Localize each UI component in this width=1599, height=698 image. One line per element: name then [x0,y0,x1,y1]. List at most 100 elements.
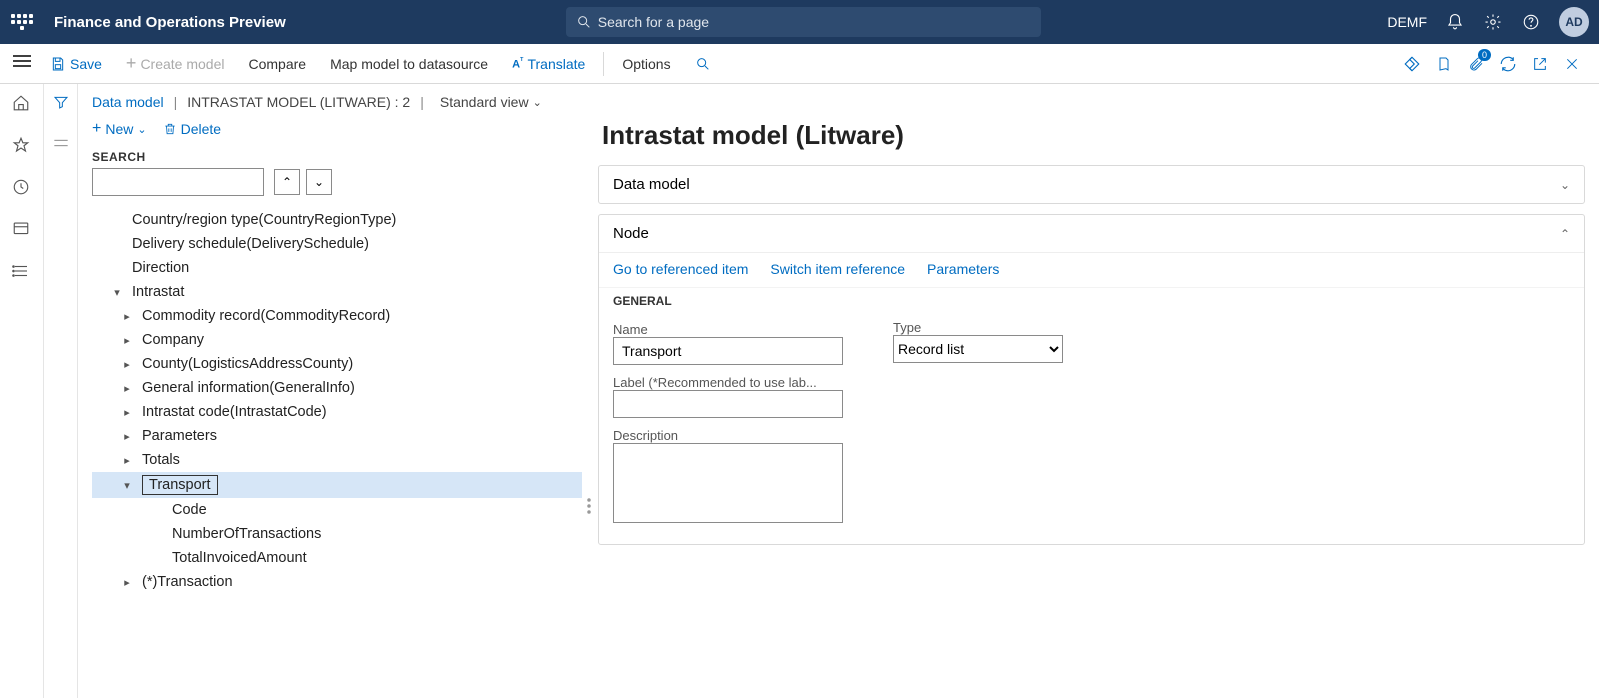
map-model-label: Map model to datasource [330,56,488,72]
create-model-label: Create model [140,56,224,72]
tree-search-input[interactable] [92,168,264,196]
tree-node[interactable]: Delivery schedule(DeliverySchedule) [92,232,582,256]
tree-node[interactable]: ▸Totals [92,448,582,472]
save-button[interactable]: Save [40,44,112,83]
user-avatar[interactable]: AD [1559,7,1589,37]
caret-right-icon[interactable]: ▸ [120,406,134,419]
save-label: Save [70,56,102,72]
popout-icon[interactable] [1529,53,1551,75]
model-tree[interactable]: Country/region type(CountryRegionType) De… [92,208,582,638]
caret-right-icon[interactable]: ▸ [120,430,134,443]
node-header[interactable]: Node ⌃ [599,215,1584,252]
delete-label: Delete [181,121,221,137]
nav-expand-icon[interactable] [8,54,36,73]
legal-entity[interactable]: DEMF [1387,14,1427,30]
search-next-button[interactable]: ⌄ [306,169,332,195]
data-model-header[interactable]: Data model ⌄ [599,166,1584,203]
caret-down-icon[interactable]: ▾ [110,286,124,299]
tree-node[interactable]: ▾ Intrastat [92,280,582,304]
caret-down-icon[interactable]: ▾ [120,479,134,492]
app-launcher-icon[interactable] [10,10,34,34]
label-input[interactable] [613,390,843,418]
diamond-icon[interactable] [1401,53,1423,75]
name-field-label: Name [613,322,843,337]
action-search-icon[interactable] [685,44,721,83]
office-icon[interactable] [1433,53,1455,75]
related-icon[interactable] [53,135,69,153]
action-bar: Save + Create model Compare Map model to… [0,44,1599,84]
workspace-icon[interactable] [12,220,32,240]
tree-node[interactable]: Country/region type(CountryRegionType) [92,208,582,232]
map-model-button[interactable]: Map model to datasource [320,44,498,83]
tree-node[interactable]: NumberOfTransactions [92,522,582,546]
create-model-button[interactable]: + Create model [116,44,235,83]
filter-icon[interactable] [53,94,69,115]
tree-node-label: General information(GeneralInfo) [140,379,357,397]
caret-right-icon[interactable]: ▸ [120,382,134,395]
help-icon[interactable] [1521,12,1541,32]
refresh-icon[interactable] [1497,53,1519,75]
close-icon[interactable] [1561,53,1583,75]
page-title: Intrastat model (Litware) [598,114,1585,165]
tree-node[interactable]: ▸ County(LogisticsAddressCounty) [92,352,582,376]
options-button[interactable]: Options [612,44,680,83]
caret-right-icon[interactable]: ▸ [120,576,134,589]
body: Data model | INTRASTAT MODEL (LITWARE) :… [0,84,1599,698]
node-links: Go to referenced item Switch item refere… [599,252,1584,288]
tree-node-label: Direction [130,259,191,277]
caret-right-icon[interactable]: ▸ [120,454,134,467]
tree-node[interactable]: Direction [92,256,582,280]
tree-node[interactable]: ▸(*)Transaction [92,570,582,594]
split-container: + New ⌄ Delete SEARCH ⌃ ⌄ [78,114,1599,698]
description-textarea[interactable] [613,443,843,523]
breadcrumb-path: INTRASTAT MODEL (LITWARE) : 2 [187,94,410,110]
switch-reference-link[interactable]: Switch item reference [770,261,905,277]
tree-toolbar: + New ⌄ Delete [92,114,582,144]
home-icon[interactable] [12,94,32,114]
tree-node-label: Intrastat code(IntrastatCode) [140,403,329,421]
tree-node[interactable]: ▸Parameters [92,424,582,448]
recent-icon[interactable] [12,178,32,198]
bell-icon[interactable] [1445,12,1465,32]
tree-node[interactable]: ▸Company [92,328,582,352]
tree-node[interactable]: Code [92,498,582,522]
gear-icon[interactable] [1483,12,1503,32]
tree-node-label: Intrastat [130,283,186,301]
topbar-right: DEMF AD [1387,7,1589,37]
tree-node-label: TotalInvoicedAmount [170,549,309,567]
actionbar-right: 0 [1401,53,1591,75]
favorites-icon[interactable] [12,136,32,156]
delete-button[interactable]: Delete [163,121,221,137]
splitter-handle[interactable] [582,314,596,698]
tree-node[interactable]: ▾Transport [92,472,582,498]
caret-right-icon[interactable]: ▸ [120,358,134,371]
go-referenced-link[interactable]: Go to referenced item [613,261,748,277]
tree-node[interactable]: ▸ Commodity record(CommodityRecord) [92,304,582,328]
parameters-link[interactable]: Parameters [927,261,999,277]
view-selector[interactable]: Standard view ⌄ [440,94,542,110]
search-prev-button[interactable]: ⌃ [274,169,300,195]
description-field-label: Description [613,428,843,443]
breadcrumb-sep: | [420,94,424,110]
tree-node[interactable]: ▸ Intrastat code(IntrastatCode) [92,400,582,424]
translate-button[interactable]: Aᵀ Translate [502,44,595,83]
modules-icon[interactable] [12,262,32,282]
caret-right-icon[interactable]: ▸ [120,310,134,323]
name-input[interactable] [613,337,843,365]
general-group-label: GENERAL [613,294,843,308]
type-select[interactable]: Record list [893,335,1063,363]
attachments-icon[interactable]: 0 [1465,53,1487,75]
tree-node-label: Country/region type(CountryRegionType) [130,211,398,229]
tree-node-label: Commodity record(CommodityRecord) [140,307,392,325]
global-search[interactable]: Search for a page [566,7,1041,37]
caret-right-icon[interactable]: ▸ [120,334,134,347]
tree-node[interactable]: TotalInvoicedAmount [92,546,582,570]
node-label: Node [613,225,649,242]
compare-button[interactable]: Compare [238,44,316,83]
tree-node-label: County(LogisticsAddressCounty) [140,355,355,373]
new-label: New [105,121,133,137]
tree-node[interactable]: ▸ General information(GeneralInfo) [92,376,582,400]
options-label: Options [622,56,670,72]
breadcrumb-root[interactable]: Data model [92,94,164,110]
new-button[interactable]: + New ⌄ [92,120,147,138]
